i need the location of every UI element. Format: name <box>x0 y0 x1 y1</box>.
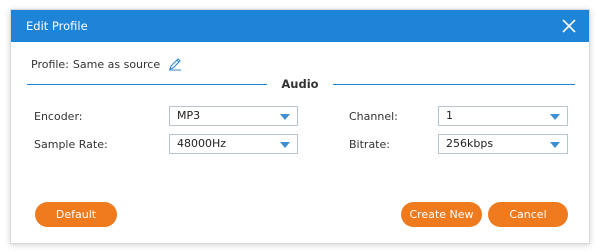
section-title-label: Audio <box>275 77 325 91</box>
profile-value: Same as source <box>72 57 161 71</box>
chevron-down-icon <box>280 114 290 120</box>
chevron-down-icon <box>550 142 560 148</box>
bitrate-select-value: 256kbps <box>446 137 494 150</box>
default-button[interactable]: Default <box>35 202 117 227</box>
profile-row: Profile: Same as source <box>31 56 182 72</box>
channel-select-value: 1 <box>446 109 453 122</box>
close-icon[interactable] <box>559 16 579 36</box>
channel-select[interactable]: 1 <box>438 106 568 126</box>
profile-label: Profile: <box>31 57 69 71</box>
chevron-down-icon <box>550 114 560 120</box>
sample-rate-label: Sample Rate: <box>34 138 108 151</box>
edit-profile-dialog: Edit Profile Profile: Same as source Aud… <box>10 9 590 244</box>
encoder-label: Encoder: <box>34 110 83 123</box>
create-new-button[interactable]: Create New <box>401 202 482 227</box>
bitrate-select[interactable]: 256kbps <box>438 134 568 154</box>
channel-label: Channel: <box>349 110 398 123</box>
section-title: Audio <box>11 77 589 91</box>
encoder-select-value: MP3 <box>177 109 201 122</box>
bitrate-label: Bitrate: <box>349 138 390 151</box>
sample-rate-select[interactable]: 48000Hz <box>169 134 298 154</box>
encoder-select[interactable]: MP3 <box>169 106 298 126</box>
cancel-button[interactable]: Cancel <box>488 202 568 227</box>
sample-rate-select-value: 48000Hz <box>177 137 227 150</box>
dialog-title: Edit Profile <box>26 19 88 33</box>
pencil-icon[interactable] <box>168 57 182 71</box>
dialog-titlebar: Edit Profile <box>11 10 589 42</box>
chevron-down-icon <box>280 142 290 148</box>
